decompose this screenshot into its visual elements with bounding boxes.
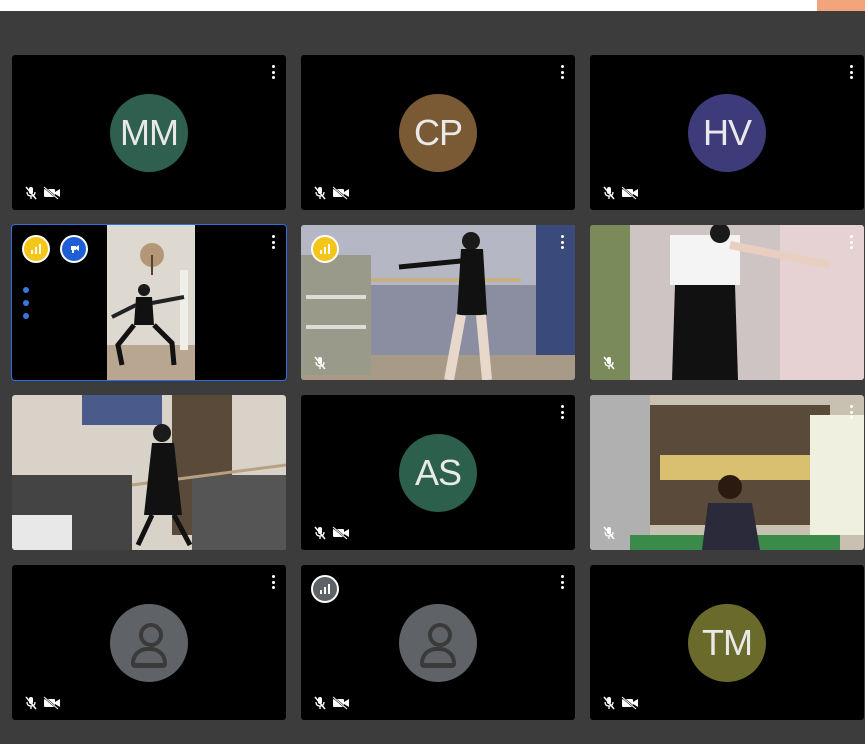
avatar: HV: [688, 93, 766, 172]
audio-level-icon: [311, 575, 339, 603]
status-icons: [313, 186, 350, 200]
person-icon: [416, 621, 460, 668]
camera-off-icon: [621, 696, 638, 710]
camera-off-icon: [43, 186, 60, 200]
audio-level-icon: [311, 235, 339, 263]
status-icons: [313, 526, 350, 540]
camera-off-icon: [621, 186, 638, 200]
more-options-icon[interactable]: [559, 575, 565, 589]
top-bar: [0, 0, 865, 11]
mic-muted-icon: [314, 696, 326, 710]
more-options-icon[interactable]: [270, 575, 276, 589]
avatar: TM: [688, 603, 766, 682]
more-options-icon[interactable]: [848, 65, 854, 79]
participant-initials: AS: [414, 451, 462, 493]
mic-muted-icon: [25, 186, 37, 200]
pin-icon[interactable]: [60, 235, 88, 263]
more-options-icon[interactable]: [559, 65, 565, 79]
video-feed: [590, 225, 864, 380]
speaking-indicator: [22, 287, 29, 319]
more-options-icon[interactable]: [559, 405, 565, 419]
participant-tile-as[interactable]: AS: [301, 395, 575, 550]
status-icons: [602, 356, 616, 370]
participant-initials: TM: [702, 621, 753, 663]
top-bar-accent: [817, 0, 865, 11]
audio-level-icon: [22, 235, 50, 263]
participant-initials: HV: [702, 111, 752, 153]
participant-tile-active-speaker[interactable]: [11, 224, 287, 381]
participant-tile-cp[interactable]: CP: [301, 55, 575, 210]
avatar: [399, 603, 477, 682]
participant-tile-no-avatar[interactable]: [301, 565, 575, 720]
mic-muted-icon: [314, 186, 326, 200]
status-icons: [313, 356, 327, 370]
more-options-icon[interactable]: [848, 405, 854, 419]
person-icon: [127, 621, 171, 668]
status-icons: [24, 186, 61, 200]
more-options-icon[interactable]: [848, 235, 854, 249]
participant-tile-video[interactable]: [590, 395, 864, 550]
mic-muted-icon: [603, 356, 615, 370]
video-feed: [12, 225, 286, 380]
mic-muted-icon: [314, 526, 326, 540]
mic-muted-icon: [603, 186, 615, 200]
status-icons: [602, 186, 639, 200]
mic-muted-icon: [603, 696, 615, 710]
video-feed: [12, 395, 286, 550]
participant-tile-video[interactable]: [301, 225, 575, 380]
avatar: MM: [110, 93, 188, 172]
more-options-icon[interactable]: [270, 235, 276, 249]
avatar: [110, 603, 188, 682]
avatar: AS: [399, 433, 477, 512]
participant-tile-no-avatar[interactable]: [12, 565, 286, 720]
more-options-icon[interactable]: [270, 65, 276, 79]
video-feed: [301, 225, 575, 380]
camera-off-icon: [332, 526, 349, 540]
participant-initials: MM: [120, 111, 179, 153]
participant-tile-video[interactable]: [12, 395, 286, 550]
participant-tile-tm[interactable]: TM: [590, 565, 864, 720]
mic-muted-icon: [25, 696, 37, 710]
mic-muted-icon: [603, 526, 615, 540]
participant-tile-video[interactable]: [590, 225, 864, 380]
mic-muted-icon: [314, 356, 326, 370]
status-icons: [602, 526, 616, 540]
participant-initials: CP: [413, 111, 463, 153]
more-options-icon[interactable]: [559, 235, 565, 249]
avatar: CP: [399, 93, 477, 172]
participant-tile-mm[interactable]: MM: [12, 55, 286, 210]
participant-tile-hv[interactable]: HV: [590, 55, 864, 210]
camera-off-icon: [332, 696, 349, 710]
status-icons: [24, 696, 61, 710]
status-icons: [602, 696, 639, 710]
video-feed: [590, 395, 864, 550]
camera-off-icon: [43, 696, 60, 710]
status-icons: [313, 696, 350, 710]
camera-off-icon: [332, 186, 349, 200]
